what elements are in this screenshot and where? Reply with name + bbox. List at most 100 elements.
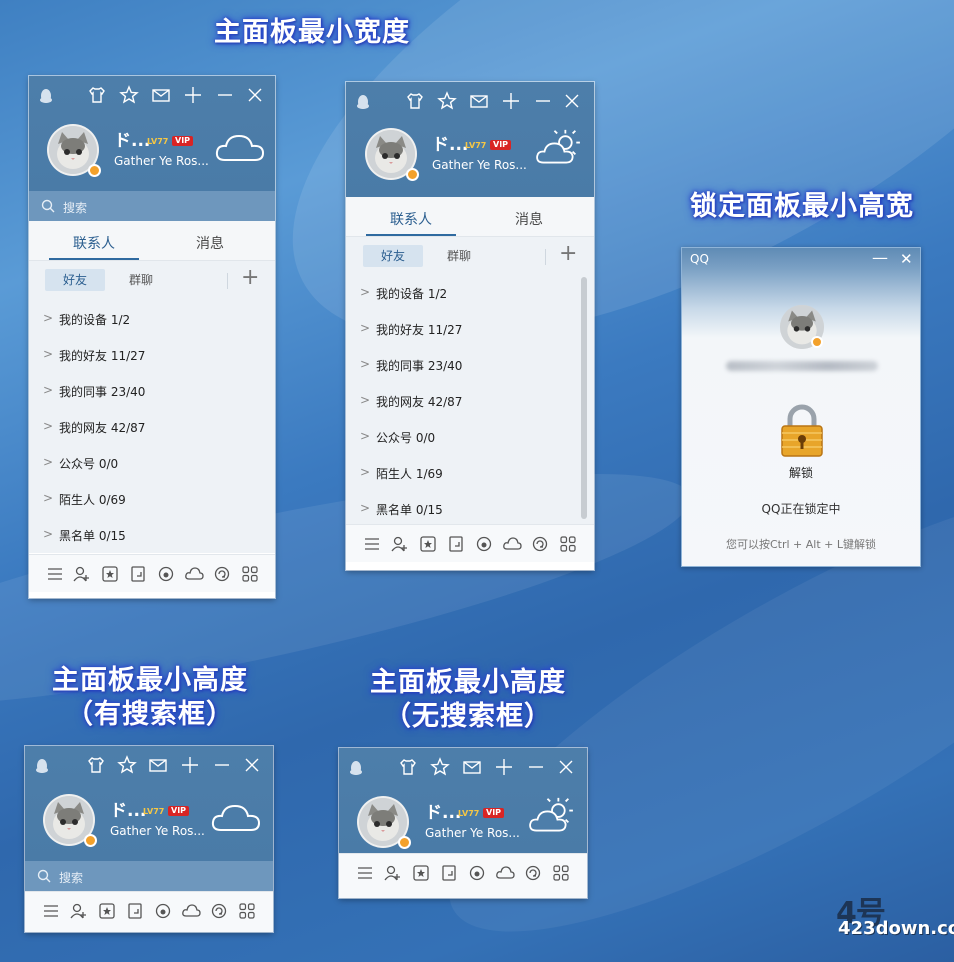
vip-badge[interactable]: VIP (490, 140, 512, 150)
search-bar[interactable]: 搜索 (29, 191, 275, 221)
close-icon[interactable]: ✕ (900, 250, 913, 268)
add-friend-icon[interactable] (390, 534, 410, 554)
vip-badge[interactable]: VIP (483, 808, 505, 818)
cloud-icon[interactable] (502, 534, 522, 554)
file-icon[interactable] (446, 534, 466, 554)
apps-icon[interactable] (558, 534, 578, 554)
list-item[interactable]: > 公众号 0/0 (29, 445, 275, 481)
nickname[interactable]: ド... (432, 130, 468, 155)
partly-cloudy-weather-icon[interactable] (532, 128, 586, 168)
mail-icon[interactable] (461, 756, 483, 778)
skin-shirt-icon[interactable] (404, 90, 426, 112)
list-item[interactable]: > 黑名单 0/15 (29, 517, 275, 553)
mail-icon[interactable] (468, 90, 490, 112)
plus-icon[interactable] (500, 90, 522, 112)
star-icon[interactable] (436, 90, 458, 112)
file-icon[interactable] (125, 901, 145, 921)
close-icon[interactable] (241, 754, 263, 776)
search-bar[interactable]: 搜索 (25, 861, 273, 891)
cloud-icon[interactable] (184, 564, 204, 584)
tab-contacts[interactable]: 联系人 (49, 233, 139, 253)
signature[interactable]: Gather Ye Ros... (432, 158, 527, 172)
menu-icon[interactable] (41, 901, 61, 921)
favorite-icon[interactable] (411, 863, 431, 883)
status-online-dot[interactable] (88, 164, 101, 177)
qq-penguin-icon[interactable] (39, 88, 53, 104)
list-item[interactable]: > 我的好友 11/27 (29, 337, 275, 373)
qq-penguin-icon[interactable] (35, 758, 49, 774)
apps-icon[interactable] (240, 564, 260, 584)
plus-icon[interactable] (493, 756, 515, 778)
star-icon[interactable] (118, 84, 140, 106)
qzone-icon[interactable] (467, 863, 487, 883)
list-item[interactable]: > 我的设备 1/2 (346, 275, 594, 311)
minimize-icon[interactable] (525, 756, 547, 778)
cloud-weather-icon[interactable] (213, 126, 267, 166)
vip-badge[interactable]: VIP (172, 136, 194, 146)
cloud-weather-icon[interactable] (209, 796, 263, 836)
mail-icon[interactable] (150, 84, 172, 106)
favorite-icon[interactable] (100, 564, 120, 584)
skin-shirt-icon[interactable] (86, 84, 108, 106)
list-item[interactable]: > 陌生人 1/69 (346, 455, 594, 491)
list-item[interactable]: > 陌生人 0/69 (29, 481, 275, 517)
minimize-icon[interactable]: — (872, 248, 888, 267)
subtab-groups[interactable]: 群聊 (111, 269, 171, 291)
status-online-dot[interactable] (406, 168, 419, 181)
signature[interactable]: Gather Ye Ros... (114, 154, 209, 168)
plus-icon[interactable] (179, 754, 201, 776)
favorite-icon[interactable] (418, 534, 438, 554)
plus-icon[interactable] (182, 84, 204, 106)
menu-icon[interactable] (362, 534, 382, 554)
signature[interactable]: Gather Ye Ros... (425, 826, 520, 840)
star-icon[interactable] (116, 754, 138, 776)
subtab-friends[interactable]: 好友 (363, 245, 423, 267)
status-online-dot[interactable] (84, 834, 97, 847)
list-item[interactable]: > 我的同事 23/40 (346, 347, 594, 383)
add-friend-icon[interactable] (383, 863, 403, 883)
list-item[interactable]: > 我的设备 1/2 (29, 301, 275, 337)
qzone-icon[interactable] (474, 534, 494, 554)
nickname[interactable]: ド... (425, 798, 461, 823)
tab-messages[interactable]: 消息 (165, 233, 255, 253)
subtab-friends[interactable]: 好友 (45, 269, 105, 291)
minimize-icon[interactable] (211, 754, 233, 776)
nickname[interactable]: ド... (114, 126, 150, 151)
close-icon[interactable] (244, 84, 266, 106)
signature[interactable]: Gather Ye Ros... (110, 824, 205, 838)
list-scrollbar[interactable] (581, 277, 587, 519)
status-online-dot[interactable] (398, 836, 411, 849)
list-item[interactable]: > 黑名单 0/15 (346, 491, 594, 527)
apps-icon[interactable] (551, 863, 571, 883)
minimize-icon[interactable] (532, 90, 554, 112)
wallet-icon[interactable] (530, 534, 550, 554)
qzone-icon[interactable] (153, 901, 173, 921)
unlock-button[interactable]: 解锁 (682, 464, 920, 481)
list-item[interactable]: > 我的好友 11/27 (346, 311, 594, 347)
star-icon[interactable] (429, 756, 451, 778)
close-icon[interactable] (561, 90, 583, 112)
add-group-button[interactable]: + (241, 265, 259, 290)
tab-messages[interactable]: 消息 (484, 209, 574, 229)
wallet-icon[interactable] (212, 564, 232, 584)
list-item[interactable]: > 我的同事 23/40 (29, 373, 275, 409)
skin-shirt-icon[interactable] (85, 754, 107, 776)
subtab-groups[interactable]: 群聊 (429, 245, 489, 267)
apps-icon[interactable] (237, 901, 257, 921)
favorite-icon[interactable] (97, 901, 117, 921)
list-item[interactable]: > 我的网友 42/87 (29, 409, 275, 445)
tab-contacts[interactable]: 联系人 (366, 209, 456, 229)
partly-cloudy-weather-icon[interactable] (525, 796, 579, 836)
file-icon[interactable] (439, 863, 459, 883)
file-icon[interactable] (128, 564, 148, 584)
mail-icon[interactable] (147, 754, 169, 776)
skin-shirt-icon[interactable] (397, 756, 419, 778)
qzone-icon[interactable] (156, 564, 176, 584)
close-icon[interactable] (555, 756, 577, 778)
nickname[interactable]: ド... (110, 796, 146, 821)
padlock-icon[interactable] (778, 403, 826, 459)
list-item[interactable]: > 公众号 0/0 (346, 419, 594, 455)
menu-icon[interactable] (45, 564, 65, 584)
wallet-icon[interactable] (523, 863, 543, 883)
list-item[interactable]: > 我的网友 42/87 (346, 383, 594, 419)
